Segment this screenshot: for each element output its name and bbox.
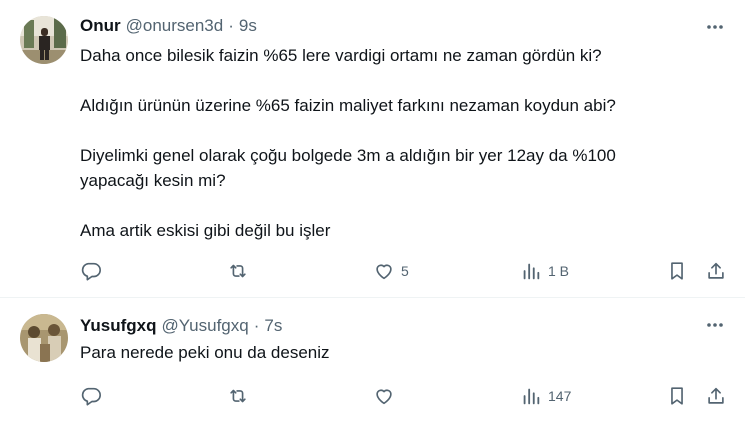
tweet[interactable]: Onur @onursen3d · 9s Daha once bilesik f… bbox=[0, 0, 745, 298]
bookmark-icon bbox=[671, 387, 683, 405]
tweet-paragraph: Ama artik eskisi gibi değil bu işler bbox=[80, 221, 331, 240]
reply-button[interactable] bbox=[80, 259, 102, 283]
bookmark-icon bbox=[671, 262, 683, 280]
separator-dot: · bbox=[253, 316, 260, 335]
tweet-paragraph: Para nerede peki onu da deseniz bbox=[80, 343, 330, 362]
tweet-actions: 147 bbox=[0, 384, 745, 408]
share-icon bbox=[708, 387, 724, 404]
timestamp[interactable]: 9s bbox=[239, 16, 257, 36]
share-button[interactable] bbox=[705, 384, 727, 408]
retweet-icon bbox=[230, 264, 246, 278]
view-count: 1 B bbox=[548, 263, 570, 279]
views-button[interactable]: 147 bbox=[520, 384, 571, 408]
views-button[interactable]: 1 B bbox=[520, 259, 569, 283]
heart-icon bbox=[376, 389, 392, 405]
reply-button[interactable] bbox=[80, 384, 102, 408]
views-chart-icon bbox=[523, 263, 540, 280]
tweet[interactable]: Yusufgxq @Yusufgxq · 7s Para nerede peki… bbox=[0, 298, 745, 424]
avatar-image bbox=[20, 16, 68, 64]
like-count: 5 bbox=[401, 263, 409, 279]
bookmark-button[interactable] bbox=[666, 259, 688, 283]
reply-icon bbox=[81, 387, 101, 406]
more-options-button[interactable] bbox=[705, 17, 725, 37]
share-button[interactable] bbox=[705, 259, 727, 283]
view-count: 147 bbox=[548, 388, 572, 404]
reply-icon bbox=[81, 262, 101, 281]
user-handle[interactable]: @onursen3d bbox=[126, 16, 224, 36]
tweet-header: Onur @onursen3d · 9s bbox=[80, 16, 257, 36]
retweet-button[interactable] bbox=[227, 384, 249, 408]
like-button[interactable] bbox=[373, 384, 395, 408]
retweet-button[interactable] bbox=[227, 259, 249, 283]
avatar[interactable] bbox=[20, 314, 68, 362]
timestamp[interactable]: 7s bbox=[264, 316, 282, 336]
tweet-actions: 5 1 B bbox=[0, 259, 745, 283]
more-options-button[interactable] bbox=[705, 315, 725, 335]
views-chart-icon bbox=[523, 388, 540, 405]
tweet-paragraph: Diyelimki genel olarak çoğu bolgede 3m a… bbox=[80, 146, 616, 190]
share-icon bbox=[708, 262, 724, 279]
display-name[interactable]: Yusufgxq bbox=[80, 316, 157, 336]
tweet-header: Yusufgxq @Yusufgxq · 7s bbox=[80, 316, 282, 336]
avatar[interactable] bbox=[20, 16, 68, 64]
retweet-icon bbox=[230, 389, 246, 403]
separator-dot: · bbox=[228, 16, 234, 35]
more-dots-icon bbox=[707, 323, 723, 327]
display-name[interactable]: Onur bbox=[80, 16, 121, 36]
tweet-text: Daha once bilesik faizin %65 lere vardig… bbox=[80, 43, 720, 243]
avatar-image bbox=[20, 314, 68, 362]
user-handle[interactable]: @Yusufgxq bbox=[162, 316, 249, 336]
bookmark-button[interactable] bbox=[666, 384, 688, 408]
tweet-paragraph: Daha once bilesik faizin %65 lere vardig… bbox=[80, 46, 602, 65]
tweet-paragraph: Aldığın ürünün üzerine %65 faizin maliye… bbox=[80, 96, 616, 115]
like-button[interactable]: 5 bbox=[373, 259, 409, 283]
tweet-text: Para nerede peki onu da deseniz bbox=[80, 340, 720, 365]
heart-icon bbox=[376, 264, 392, 280]
more-dots-icon bbox=[707, 25, 723, 29]
